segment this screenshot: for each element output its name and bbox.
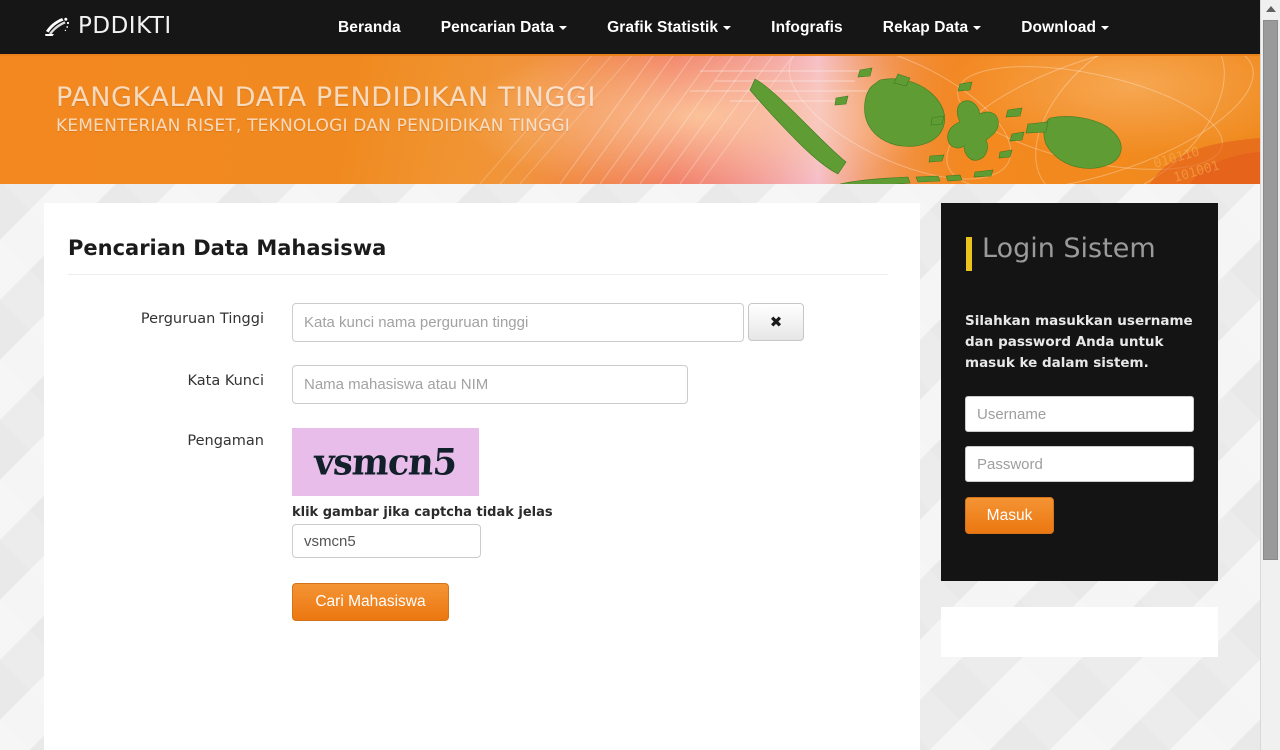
vertical-scrollbar[interactable] <box>1260 0 1280 750</box>
banner-subtitle: KEMENTERIAN RISET, TEKNOLOGI DAN PENDIDI… <box>56 116 571 137</box>
page-viewport: PDDIKTI Beranda Pencarian Data Grafik St… <box>0 0 1260 750</box>
nav-item-label: Beranda <box>338 19 401 36</box>
captcha-text: vsmcn5 <box>312 440 459 484</box>
page-title: Pencarian Data Mahasiswa <box>68 236 387 260</box>
chevron-down-icon <box>559 26 568 30</box>
panel-divider <box>68 274 888 275</box>
nav-item-label: Rekap Data <box>882 19 969 36</box>
banner-title: PANGKALAN DATA PENDIDIKAN TINGGI <box>56 82 597 113</box>
search-panel: Pencarian Data Mahasiswa Perguruan Tingg… <box>44 203 920 750</box>
close-icon: ✖ <box>769 313 783 331</box>
label-perguruan-tinggi: Perguruan Tinggi <box>140 311 264 327</box>
nav-item-label: Download <box>1021 19 1097 36</box>
chevron-down-icon <box>723 26 732 30</box>
nav-item-pencarian-data[interactable]: Pencarian Data <box>421 0 587 56</box>
masuk-label: Masuk <box>986 507 1033 524</box>
masuk-button[interactable]: Masuk <box>965 497 1054 534</box>
nav-links: Beranda Pencarian Data Grafik Statistik … <box>318 0 1129 56</box>
nav-item-beranda[interactable]: Beranda <box>318 0 421 56</box>
cari-mahasiswa-button[interactable]: Cari Mahasiswa <box>292 583 449 621</box>
perguruan-tinggi-input[interactable] <box>292 303 744 342</box>
clear-perguruan-tinggi-button[interactable]: ✖ <box>748 303 804 341</box>
site-brand[interactable]: PDDIKTI <box>44 13 172 39</box>
nav-item-download[interactable]: Download <box>1001 0 1129 56</box>
nav-item-label: Infografis <box>771 19 843 36</box>
kata-kunci-input[interactable] <box>292 365 688 404</box>
nav-item-rekap-data[interactable]: Rekap Data <box>863 0 1001 56</box>
login-panel: Login Sistem Silahkan masukkan username … <box>941 203 1218 581</box>
captcha-image[interactable]: vsmcn5 <box>292 428 479 496</box>
scroll-up-button[interactable] <box>1261 0 1280 18</box>
pddikti-logo-icon <box>44 15 70 37</box>
cari-mahasiswa-label: Cari Mahasiswa <box>315 593 426 610</box>
nav-item-label: Pencarian Data <box>440 19 555 36</box>
banner-text-block: PANGKALAN DATA PENDIDIKAN TINGGI KEMENTE… <box>56 82 597 137</box>
scrollbar-thumb[interactable] <box>1263 20 1278 560</box>
chevron-up-icon <box>1265 6 1276 12</box>
nav-item-label: Grafik Statistik <box>607 19 719 36</box>
chevron-down-icon <box>973 26 982 30</box>
site-banner: 010110 101001 PANGKALAN DATA PENDIDIKAN … <box>0 56 1260 184</box>
sidebar-widget-box <box>941 607 1218 657</box>
nav-item-grafik-statistik[interactable]: Grafik Statistik <box>587 0 751 56</box>
login-description: Silahkan masukkan username dan password … <box>965 313 1193 371</box>
label-kata-kunci: Kata Kunci <box>187 373 265 389</box>
label-pengaman: Pengaman <box>187 433 264 449</box>
brand-label: PDDIKTI <box>78 13 172 39</box>
password-input[interactable] <box>965 446 1194 482</box>
captcha-hint: klik gambar jika captcha tidak jelas <box>292 505 553 520</box>
chevron-down-icon <box>1101 26 1110 30</box>
nav-item-infografis[interactable]: Infografis <box>751 0 863 56</box>
top-navigation-bar: PDDIKTI Beranda Pencarian Data Grafik St… <box>0 0 1260 56</box>
captcha-input[interactable] <box>292 524 481 558</box>
login-accent-bar <box>966 237 972 271</box>
username-input[interactable] <box>965 396 1194 432</box>
login-title: Login Sistem <box>982 233 1156 264</box>
